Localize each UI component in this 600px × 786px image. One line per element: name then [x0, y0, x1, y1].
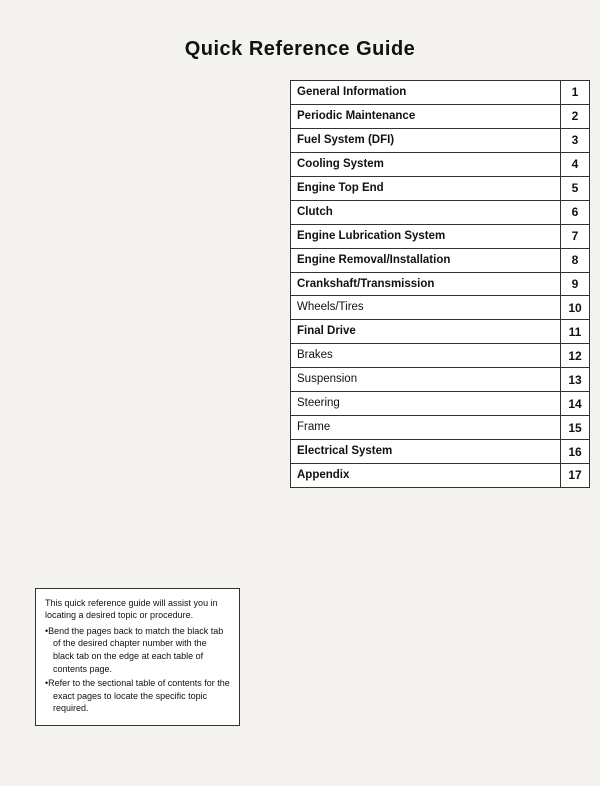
toc-number: 5: [561, 177, 589, 200]
toc-number: 6: [561, 201, 589, 224]
toc-number: 3: [561, 129, 589, 152]
toc-row: Crankshaft/Transmission9: [290, 272, 590, 296]
toc-container: General Information1Periodic Maintenance…: [290, 80, 590, 488]
toc-row: Periodic Maintenance2: [290, 104, 590, 128]
toc-number: 16: [561, 440, 589, 463]
toc-row: Engine Lubrication System7: [290, 224, 590, 248]
toc-number: 7: [561, 225, 589, 248]
toc-label: Crankshaft/Transmission: [291, 273, 561, 296]
toc-label: Cooling System: [291, 153, 561, 176]
toc-label: Fuel System (DFI): [291, 129, 561, 152]
toc-row: Wheels/Tires10: [290, 295, 590, 319]
toc-row: Engine Removal/Installation8: [290, 248, 590, 272]
toc-label: Electrical System: [291, 440, 561, 463]
toc-label: Engine Removal/Installation: [291, 249, 561, 272]
toc-number: 14: [561, 392, 589, 415]
toc-number: 2: [561, 105, 589, 128]
page-title: Quick Reference Guide: [0, 0, 600, 81]
toc-number: 10: [561, 296, 589, 319]
toc-row: Steering14: [290, 391, 590, 415]
toc-row: Brakes12: [290, 343, 590, 367]
toc-label: Frame: [291, 416, 561, 439]
toc-row: Final Drive11: [290, 319, 590, 343]
toc-label: Periodic Maintenance: [291, 105, 561, 128]
toc-row: Suspension13: [290, 367, 590, 391]
info-bullet: •Bend the pages back to match the black …: [45, 625, 230, 675]
toc-number: 8: [561, 249, 589, 272]
page: Quick Reference Guide General Informatio…: [0, 0, 600, 786]
toc-row: Cooling System4: [290, 152, 590, 176]
toc-row: General Information1: [290, 80, 590, 104]
toc-label: Engine Top End: [291, 177, 561, 200]
toc-label: General Information: [291, 81, 561, 104]
toc-number: 13: [561, 368, 589, 391]
toc-number: 17: [561, 464, 589, 487]
toc-number: 11: [561, 320, 589, 343]
toc-row: Appendix17: [290, 463, 590, 488]
toc-label: Steering: [291, 392, 561, 415]
toc-row: Frame15: [290, 415, 590, 439]
toc-row: Engine Top End5: [290, 176, 590, 200]
toc-label: Brakes: [291, 344, 561, 367]
toc-row: Fuel System (DFI)3: [290, 128, 590, 152]
toc-label: Final Drive: [291, 320, 561, 343]
toc-row: Electrical System16: [290, 439, 590, 463]
toc-label: Engine Lubrication System: [291, 225, 561, 248]
info-intro: This quick reference guide will assist y…: [45, 597, 230, 622]
info-box: This quick reference guide will assist y…: [35, 588, 240, 726]
toc-number: 15: [561, 416, 589, 439]
toc-label: Clutch: [291, 201, 561, 224]
info-bullet: •Refer to the sectional table of content…: [45, 677, 230, 715]
toc-number: 9: [561, 273, 589, 296]
toc-number: 12: [561, 344, 589, 367]
toc-label: Appendix: [291, 464, 561, 487]
toc-label: Wheels/Tires: [291, 296, 561, 319]
toc-number: 4: [561, 153, 589, 176]
toc-row: Clutch6: [290, 200, 590, 224]
toc-label: Suspension: [291, 368, 561, 391]
toc-number: 1: [561, 81, 589, 104]
